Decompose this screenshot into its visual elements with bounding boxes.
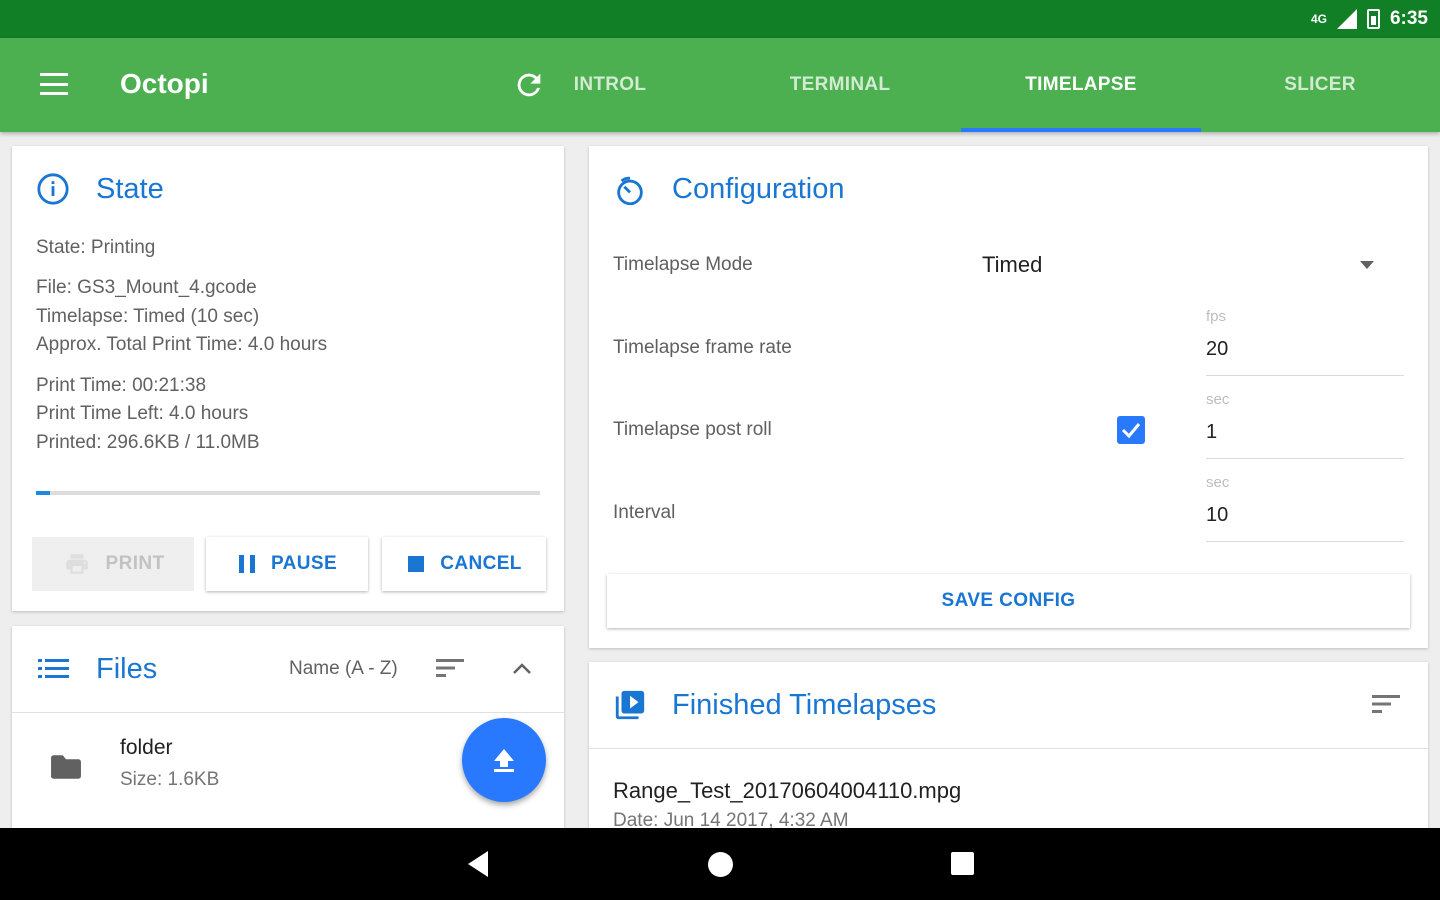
signal-icon: 4G <box>1310 12 1327 26</box>
printed-text: Printed: 296.6KB / 11.0MB <box>36 432 260 453</box>
home-icon[interactable] <box>708 852 733 877</box>
stop-icon <box>408 556 425 572</box>
print-progress-fill <box>36 491 50 495</box>
save-config-button[interactable]: SAVE CONFIG <box>607 574 1410 628</box>
pause-button-label: PAUSE <box>270 553 338 574</box>
files-title: Files <box>96 653 158 685</box>
battery-icon <box>1366 9 1380 29</box>
video-library-icon <box>615 690 645 720</box>
interval-label: Interval <box>613 502 676 523</box>
tab-terminal[interactable]: TERMINAL <box>720 38 960 132</box>
state-card: State State: Printing File: GS3_Mount_4.… <box>12 146 564 611</box>
print-button[interactable]: PRINT <box>32 537 194 591</box>
approx-time-text: Approx. Total Print Time: 4.0 hours <box>36 334 328 355</box>
refresh-icon[interactable] <box>512 68 546 102</box>
timelapse-date: Date: Jun 14 2017, 4:32 AM <box>613 810 849 828</box>
finished-timelapses-title: Finished Timelapses <box>672 689 937 721</box>
post-roll-unit: sec <box>1206 391 1230 408</box>
file-name: folder <box>120 736 173 759</box>
frame-rate-input[interactable]: 20 <box>1206 338 1228 361</box>
file-size: Size: 1.6KB <box>120 769 220 790</box>
state-text: State: Printing <box>36 237 156 258</box>
chevron-up-icon[interactable] <box>510 658 534 678</box>
back-icon[interactable] <box>468 851 488 877</box>
interval-unit: sec <box>1206 474 1230 491</box>
list-icon <box>38 659 69 678</box>
clock: 6:35 <box>1389 8 1428 29</box>
timelapse-mode-value: Timed <box>982 252 1043 277</box>
status-bar: 4G 6:35 <box>0 0 1440 38</box>
interval-input[interactable]: 10 <box>1206 504 1228 527</box>
cell-signal-icon <box>1336 9 1357 29</box>
info-icon <box>37 173 69 205</box>
timelapse-text: Timelapse: Timed (10 sec) <box>36 306 260 327</box>
navigation-bar <box>0 828 1440 900</box>
post-roll-label: Timelapse post roll <box>613 419 772 440</box>
divider <box>12 712 564 713</box>
print-time-text: Print Time: 00:21:38 <box>36 375 207 396</box>
post-roll-underline <box>1206 458 1404 459</box>
print-time-left-text: Print Time Left: 4.0 hours <box>36 403 249 424</box>
frame-rate-underline <box>1206 375 1404 376</box>
upload-fab[interactable] <box>462 718 546 802</box>
upload-icon <box>494 749 514 772</box>
cancel-button-label: CANCEL <box>440 553 522 574</box>
pause-icon <box>238 555 255 573</box>
post-roll-input[interactable]: 1 <box>1206 421 1217 444</box>
state-title: State <box>96 173 164 205</box>
print-button-label: PRINT <box>105 553 165 574</box>
dropdown-arrow-icon <box>1360 261 1374 269</box>
timer-icon <box>617 176 643 206</box>
app-bar: Octopi INTROL TERMINAL TIMELAPSE SLICER <box>0 38 1440 132</box>
divider <box>589 748 1428 749</box>
checkmark-icon <box>1121 423 1141 439</box>
file-text: File: GS3_Mount_4.gcode <box>36 277 257 298</box>
sort-label[interactable]: Name (A - Z) <box>289 658 398 680</box>
list-item[interactable]: Range_Test_20170604004110.mpg Date: Jun … <box>589 752 1428 828</box>
app-title: Octopi <box>120 68 209 99</box>
configuration-card: Configuration Timelapse Mode Timed Timel… <box>589 146 1428 648</box>
timelapse-mode-label: Timelapse Mode <box>613 254 753 275</box>
frame-rate-label: Timelapse frame rate <box>613 337 792 358</box>
timelapse-mode-select[interactable]: Timed <box>969 246 1389 282</box>
interval-underline <box>1206 541 1404 542</box>
print-progress-bar <box>36 491 540 495</box>
cancel-button[interactable]: CANCEL <box>382 537 546 591</box>
tab-control[interactable]: INTROL <box>560 38 660 132</box>
recent-apps-icon[interactable] <box>951 852 974 875</box>
save-config-label: SAVE CONFIG <box>941 590 1076 611</box>
sort-icon[interactable] <box>1372 692 1402 716</box>
menu-icon[interactable] <box>40 73 68 95</box>
finished-timelapses-card: Finished Timelapses Range_Test_201706040… <box>589 662 1428 828</box>
tab-timelapse[interactable]: TIMELAPSE <box>961 38 1201 132</box>
sort-icon[interactable] <box>436 656 466 680</box>
timelapse-name: Range_Test_20170604004110.mpg <box>613 778 962 803</box>
tab-slicer[interactable]: SLICER <box>1200 38 1440 132</box>
folder-icon <box>51 755 81 779</box>
configuration-title: Configuration <box>672 173 845 205</box>
printer-icon <box>65 554 88 574</box>
pause-button[interactable]: PAUSE <box>206 537 368 591</box>
post-roll-checkbox[interactable] <box>1117 416 1145 444</box>
frame-rate-unit: fps <box>1206 308 1227 325</box>
